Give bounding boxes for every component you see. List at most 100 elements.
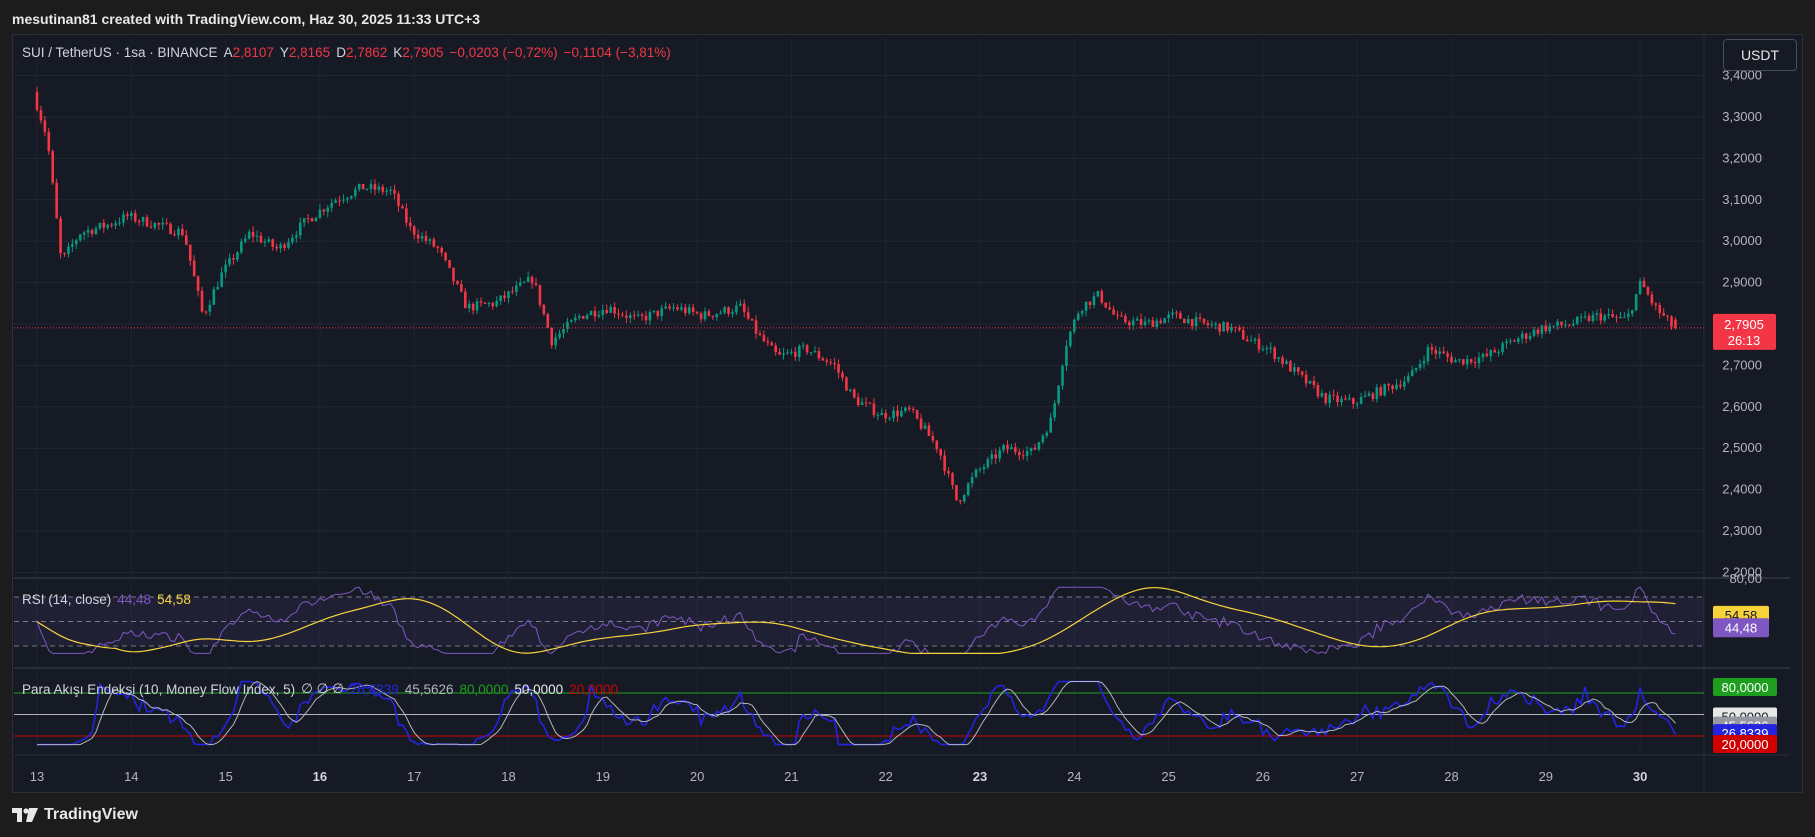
candle-body [880, 412, 884, 416]
candle-body [1379, 387, 1383, 396]
candle-body [385, 190, 388, 192]
candle-body [1096, 290, 1100, 297]
candle-body [452, 267, 455, 282]
candle-body [511, 291, 514, 293]
open-value: 2,8107 [232, 45, 274, 60]
candle-body [1194, 317, 1198, 327]
candle-body [1045, 432, 1049, 436]
candle-body [986, 459, 990, 468]
currency-button[interactable]: USDT [1723, 39, 1797, 71]
candle-body [1548, 326, 1552, 332]
tradingview-logo[interactable]: TradingView [12, 806, 138, 824]
candle-body [1226, 322, 1229, 331]
candle-body [1041, 435, 1045, 443]
candle-body [251, 231, 255, 237]
candle-body [1273, 347, 1276, 360]
candles[interactable] [35, 86, 1677, 505]
candle-body [515, 285, 518, 292]
candle-body [381, 186, 385, 192]
mfi-name[interactable]: Para Akışı Endeksi (10, Money Flow Index… [22, 682, 295, 697]
candle-body [1638, 280, 1642, 295]
candle-body [915, 410, 919, 419]
time-tick-label: 15 [218, 769, 232, 784]
candle-body [369, 184, 373, 189]
candle-body [994, 454, 998, 459]
candle-body [346, 198, 349, 200]
price-tick-label: 2,5000 [1722, 440, 1762, 455]
candle-body [1261, 348, 1265, 350]
candle-body [794, 351, 797, 358]
candle-body [1355, 403, 1359, 405]
candle-body [896, 410, 899, 417]
rsi-name[interactable]: RSI (14, close) [22, 592, 111, 607]
candle-body [1430, 347, 1434, 350]
candle-body [181, 228, 184, 236]
candle-body [114, 223, 117, 226]
mfi-upper-badge-text: 80,0000 [1722, 680, 1769, 695]
candle-body [1634, 294, 1638, 311]
candle-body [672, 307, 675, 309]
candle-body [1630, 310, 1634, 314]
mfi-lower-value: 20,0000 [569, 681, 618, 697]
time-tick-label: 26 [1256, 769, 1270, 784]
high-label: Y [279, 45, 289, 60]
candle-body [1583, 316, 1587, 318]
candle-body [126, 214, 129, 217]
candle-body [479, 301, 483, 303]
candle-body [204, 311, 208, 313]
price-tick-label: 3,1000 [1722, 192, 1762, 207]
candle-body [923, 425, 927, 429]
candle-body [1312, 380, 1316, 386]
candle-body [625, 315, 628, 318]
candle-body [632, 315, 636, 317]
candle-body [401, 206, 404, 209]
candle-body [955, 485, 958, 501]
candle-body [1438, 351, 1442, 354]
candle-body [173, 234, 176, 236]
candle-body [526, 276, 530, 282]
candle-body [153, 223, 157, 228]
candle-body [102, 222, 106, 228]
candle-body [562, 329, 565, 334]
candle-body [1446, 353, 1449, 357]
high-value: 2,8165 [288, 45, 331, 60]
time-tick-label: 23 [973, 769, 987, 784]
time-tick-label: 17 [407, 769, 421, 784]
candle-body [196, 276, 200, 291]
candle-body [220, 272, 223, 287]
candle-body [546, 314, 550, 328]
candle-body [746, 312, 750, 319]
mfi-mid-value: 50,0000 [514, 681, 564, 697]
candle-body [774, 345, 777, 353]
candle-body [1241, 329, 1245, 340]
candle-body [86, 230, 90, 233]
candle-body [467, 303, 471, 309]
candle-body [263, 241, 267, 243]
candle-body [801, 345, 805, 347]
candle-body [609, 306, 612, 313]
candle-body [1080, 310, 1084, 314]
candle-body [695, 311, 699, 314]
candle-body [648, 312, 652, 321]
candle-body [1536, 329, 1540, 334]
candle-body [1556, 321, 1559, 326]
candle-body [974, 469, 978, 477]
candle-body [1135, 319, 1139, 321]
time-tick-label: 28 [1444, 769, 1458, 784]
chart-svg[interactable]: 3,40003,30003,20003,10003,00002,90002,80… [0, 0, 1815, 837]
candle-body [330, 202, 333, 208]
candle-body [868, 402, 872, 404]
candle-body [534, 283, 538, 285]
candle-body [1073, 319, 1076, 332]
time-tick-label: 22 [878, 769, 892, 784]
candle-body [919, 418, 923, 429]
symbol-label[interactable]: SUI / TetherUS · 1sa · BINANCE [22, 45, 218, 60]
candle-body [1351, 398, 1355, 404]
candle-body [856, 397, 860, 405]
candle-body [872, 403, 876, 416]
candle-body [864, 402, 868, 404]
candle-body [1053, 403, 1056, 418]
candle-body [483, 302, 487, 304]
candle-body [1532, 329, 1536, 336]
candle-body [1426, 347, 1430, 362]
